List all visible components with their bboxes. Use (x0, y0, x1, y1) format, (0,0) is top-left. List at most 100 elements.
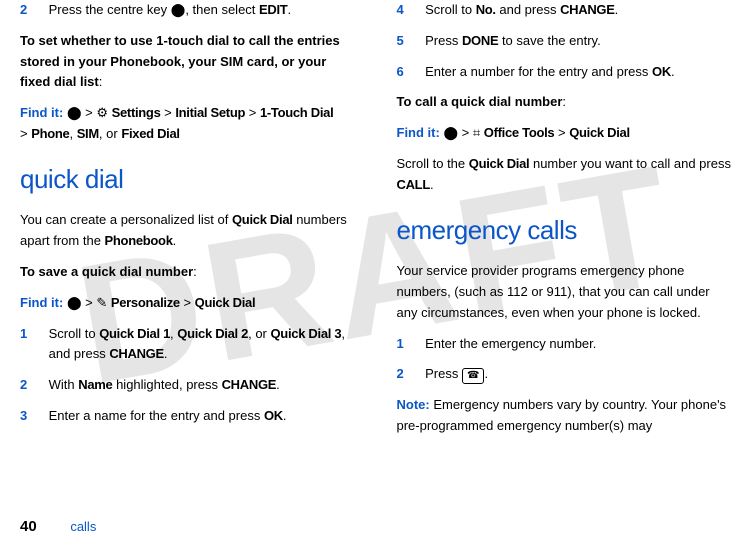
term-phonebook: Phonebook (105, 233, 173, 248)
note-label: Note: (397, 397, 430, 412)
term-quick-dial: Quick Dial (232, 212, 293, 227)
step-text: Enter a number for the entry and press O… (425, 62, 732, 83)
step-2: 2 Press the centre key ⬤, then select ED… (20, 0, 357, 21)
opt-phone: Phone (31, 126, 69, 141)
save-step-2: 2 With Name highlighted, press CHANGE. (20, 375, 357, 396)
sep: , or (99, 126, 121, 141)
text: . (276, 377, 280, 392)
key-ok: OK (264, 408, 283, 423)
step-number: 3 (20, 406, 45, 427)
step-text: Enter the emergency number. (425, 334, 732, 355)
step-number: 2 (397, 364, 422, 385)
call-qd-heading: To call a quick dial number: (397, 92, 734, 113)
key-done: DONE (462, 33, 498, 48)
office-icon: ⌗ (473, 125, 480, 140)
text: highlighted, press (112, 377, 221, 392)
text: Scroll to (425, 2, 476, 17)
colon: : (562, 94, 566, 109)
step-number: 1 (20, 324, 45, 345)
text: . (615, 2, 619, 17)
step-text: Press the centre key ⬤, then select EDIT… (49, 0, 356, 21)
quick-dial-intro: You can create a personalized list of Qu… (20, 210, 357, 252)
text: Press (425, 366, 462, 381)
step-text: Scroll to Quick Dial 1, Quick Dial 2, or… (49, 324, 356, 366)
text: . (671, 64, 675, 79)
findit-label: Find it: (20, 295, 63, 310)
center-key-icon: ⬤ (443, 125, 458, 140)
emerg-step-1: 1 Enter the emergency number. (397, 334, 734, 355)
step-text: Scroll to No. and press CHANGE. (425, 0, 732, 21)
save-step-5: 5 Press DONE to save the entry. (397, 31, 734, 52)
text: Scroll to the (397, 156, 469, 171)
settings-icon: ⚙ (96, 105, 108, 120)
menu-office-tools: Office Tools (484, 125, 555, 140)
findit-label: Find it: (397, 125, 440, 140)
sep: > (20, 126, 31, 141)
step-number: 6 (397, 62, 422, 83)
opt-fixed: Fixed Dial (121, 126, 179, 141)
text-bold: To save a quick dial number (20, 264, 193, 279)
opt-sim: SIM (77, 126, 99, 141)
step-number: 2 (20, 375, 45, 396)
findit-path-2: Find it: ⬤ > ✎ Personalize > Quick Dial (20, 293, 357, 314)
sep: > (180, 295, 195, 310)
opt-qd2: Quick Dial 2 (177, 326, 248, 341)
center-key-icon: ⬤ (171, 2, 186, 17)
findit-path-1: Find it: ⬤ > ⚙ Settings > Initial Setup … (20, 103, 357, 145)
key-ok: OK (652, 64, 671, 79)
center-key-icon: ⬤ (67, 105, 82, 120)
menu-1touch: 1-Touch Dial (260, 105, 333, 120)
text: number you want to call and press (529, 156, 731, 171)
text: . (173, 233, 177, 248)
text: Scroll to (49, 326, 100, 341)
text: . (430, 177, 434, 192)
send-key-icon: ☎ (462, 368, 484, 384)
page-number: 40 (20, 518, 37, 535)
text: You can create a personalized list of (20, 212, 232, 227)
step-text: Enter a name for the entry and press OK. (49, 406, 356, 427)
text-bold: To call a quick dial number (397, 94, 563, 109)
key-change: CHANGE (109, 346, 164, 361)
menu-personalize: Personalize (111, 295, 180, 310)
center-key-icon: ⬤ (67, 295, 82, 310)
page-footer: 40 calls (20, 515, 96, 539)
text: Enter a number for the entry and press (425, 64, 652, 79)
text: With (49, 377, 79, 392)
text-bold: To set whether to use 1-touch dial to ca… (20, 33, 340, 90)
colon: : (99, 74, 103, 89)
section-label: calls (70, 519, 96, 534)
field-no: No. (476, 2, 496, 17)
text: . (287, 2, 291, 17)
findit-path-3: Find it: ⬤ > ⌗ Office Tools > Quick Dial (397, 123, 734, 144)
findit-label: Find it: (20, 105, 63, 120)
step-number: 1 (397, 334, 422, 355)
menu-initial-setup: Initial Setup (175, 105, 245, 120)
save-step-4: 4 Scroll to No. and press CHANGE. (397, 0, 734, 21)
menu-quick-dial: Quick Dial (195, 295, 256, 310)
step-number: 2 (20, 0, 45, 21)
heading-emergency-calls: emergency calls (397, 210, 734, 252)
menu-settings: Settings (112, 105, 161, 120)
sep: > (82, 295, 97, 310)
sep: , (69, 126, 76, 141)
step-number: 4 (397, 0, 422, 21)
step-text: With Name highlighted, press CHANGE. (49, 375, 356, 396)
call-qd-instruction: Scroll to the Quick Dial number you want… (397, 154, 734, 196)
page-content: 2 Press the centre key ⬤, then select ED… (0, 0, 753, 447)
text: . (283, 408, 287, 423)
text: Press (425, 33, 462, 48)
colon: : (193, 264, 197, 279)
key-change: CHANGE (560, 2, 615, 17)
opt-qd3: Quick Dial 3 (271, 326, 342, 341)
step-text: Press ☎. (425, 364, 732, 385)
text: Press the centre key (49, 2, 171, 17)
text: to save the entry. (498, 33, 600, 48)
text: . (484, 366, 488, 381)
sep: , or (248, 326, 270, 341)
menu-quick-dial: Quick Dial (569, 125, 630, 140)
menu-edit: EDIT (259, 2, 287, 17)
emergency-intro: Your service provider programs emergency… (397, 261, 734, 323)
step-number: 5 (397, 31, 422, 52)
key-call: CALL (397, 177, 430, 192)
heading-quick-dial: quick dial (20, 159, 357, 201)
